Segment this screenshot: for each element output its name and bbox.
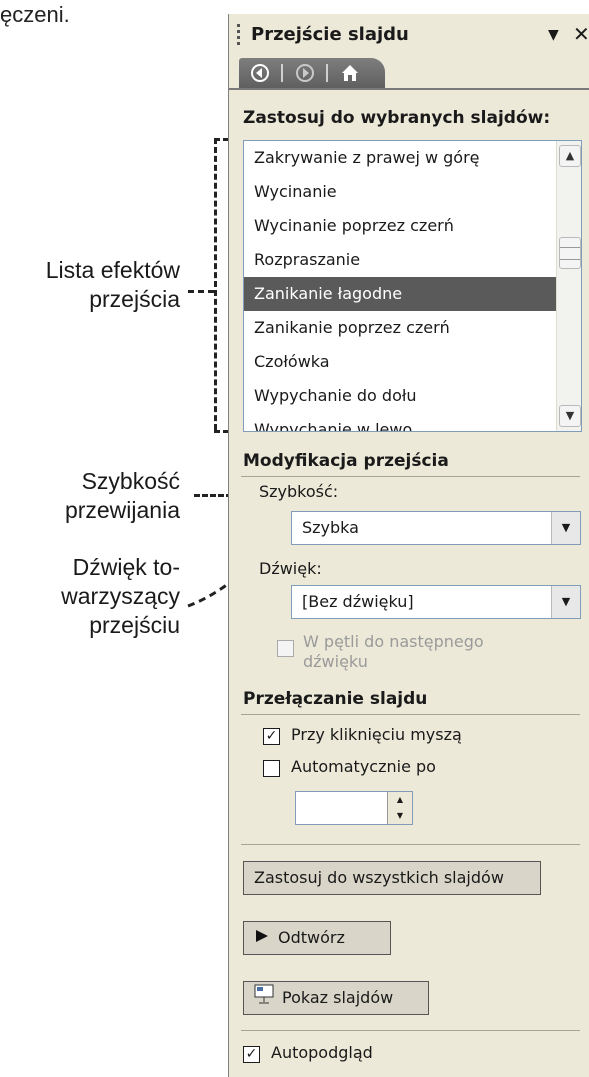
callout-speed: Szybkość przewijania [65,467,180,525]
sound-dropdown[interactable]: [Bez dźwięku] ▼ [291,585,581,619]
list-item[interactable]: Wypychanie w lewo [244,413,556,431]
scroll-up-icon[interactable]: ▲ [559,145,581,167]
scroll-down-icon[interactable]: ▼ [559,405,581,427]
sound-label: Dźwięk: [259,559,322,578]
scroll-thumb[interactable] [559,237,581,269]
list-item-selected[interactable]: Zanikanie łagodne [244,277,556,311]
forward-arrow-icon[interactable] [294,62,316,84]
pane-title: Przejście slajdu [251,24,409,45]
nav-separator [326,64,328,82]
speed-dropdown[interactable]: Szybka ▼ [291,511,581,545]
nav-separator [281,64,283,82]
list-item[interactable]: Rozpraszanie [244,243,556,277]
auto-time-spinner[interactable]: ▲ ▼ [295,791,413,825]
speed-value: Szybka [302,518,359,537]
transition-task-pane: Przejście slajdu ▼ ✕ Zastosuj do wybrany… [228,14,589,1077]
document-text-fragment: ęczeni. [0,2,70,27]
callout-line: Dźwięk to- [72,554,180,580]
callout-sound: Dźwięk to- warzyszący przejściu [61,553,180,640]
auto-advance-checkbox[interactable] [263,760,280,777]
list-item[interactable]: Zakrywanie z prawej w górę [244,141,556,175]
loop-label-line: dźwięku [303,652,368,671]
callout-leader-effects [188,290,214,293]
loop-checkbox[interactable] [277,640,294,657]
slideshow-label: Pokaz slajdów [282,988,394,1007]
on-click-checkbox[interactable]: ✓ [263,728,280,745]
callout-line: Lista efektów [45,257,180,283]
loop-label: W pętli do następnego dźwięku [303,632,484,672]
list-item[interactable]: Czołówka [244,345,556,379]
section-divider [241,1030,580,1031]
autopreview-label: Autopodgląd [271,1043,373,1062]
speed-label: Szybkość: [259,482,339,501]
slideshow-icon [254,983,274,1015]
pane-header: Przejście slajdu ▼ ✕ [229,14,589,58]
play-icon [254,923,270,955]
list-item[interactable]: Wycinanie poprzez czerń [244,209,556,243]
close-icon[interactable]: ✕ [573,22,589,46]
callout-line: przewijania [64,497,180,523]
drag-grip-icon[interactable] [237,24,240,48]
callout-line: przejścia [89,286,180,312]
nav-underline [229,88,589,90]
bracket-side [214,138,217,430]
callout-line: Szybkość [81,468,180,494]
auto-advance-label: Automatycznie po [291,757,436,776]
autopreview-checkbox[interactable]: ✓ [243,1046,260,1063]
apply-all-button[interactable]: Zastosuj do wszystkich slajdów [243,861,541,895]
loop-label-line: W pętli do następnego [303,632,484,651]
play-button[interactable]: Odtwórz [243,921,391,955]
list-item[interactable]: Zanikanie poprzez czerń [244,311,556,345]
slideshow-button[interactable]: Pokaz slajdów [243,981,429,1015]
advance-section-label: Przełączanie slajdu [243,689,428,709]
home-icon[interactable] [339,62,361,84]
play-label: Odtwórz [278,928,345,947]
callout-line: warzyszący [61,583,180,609]
pane-navigation-bar [239,58,385,88]
effects-list-scrollbar[interactable]: ▲ ▼ [556,141,581,431]
back-arrow-icon[interactable] [249,62,271,84]
section-divider [241,476,580,477]
effects-list[interactable]: Zakrywanie z prawej w górę Wycinanie Wyc… [243,140,582,432]
section-divider [241,714,580,715]
apply-section-label: Zastosuj do wybranych slajdów: [243,108,551,128]
chevron-down-icon[interactable]: ▼ [551,512,580,544]
pane-menu-dropdown-icon[interactable]: ▼ [548,27,559,43]
section-divider [241,844,580,845]
sound-value: [Bez dźwięku] [302,592,414,611]
callout-line: przejściu [89,612,180,638]
list-item[interactable]: Wycinanie [244,175,556,209]
list-item[interactable]: Wypychanie do dołu [244,379,556,413]
chevron-down-icon[interactable]: ▼ [551,586,580,618]
spin-up-icon[interactable]: ▲ [387,792,412,808]
spin-down-icon[interactable]: ▼ [387,808,412,824]
callout-effects-list: Lista efektów przejścia [46,256,180,314]
on-click-label: Przy kliknięciu myszą [291,725,462,744]
modify-section-label: Modyfikacja przejścia [243,451,449,471]
